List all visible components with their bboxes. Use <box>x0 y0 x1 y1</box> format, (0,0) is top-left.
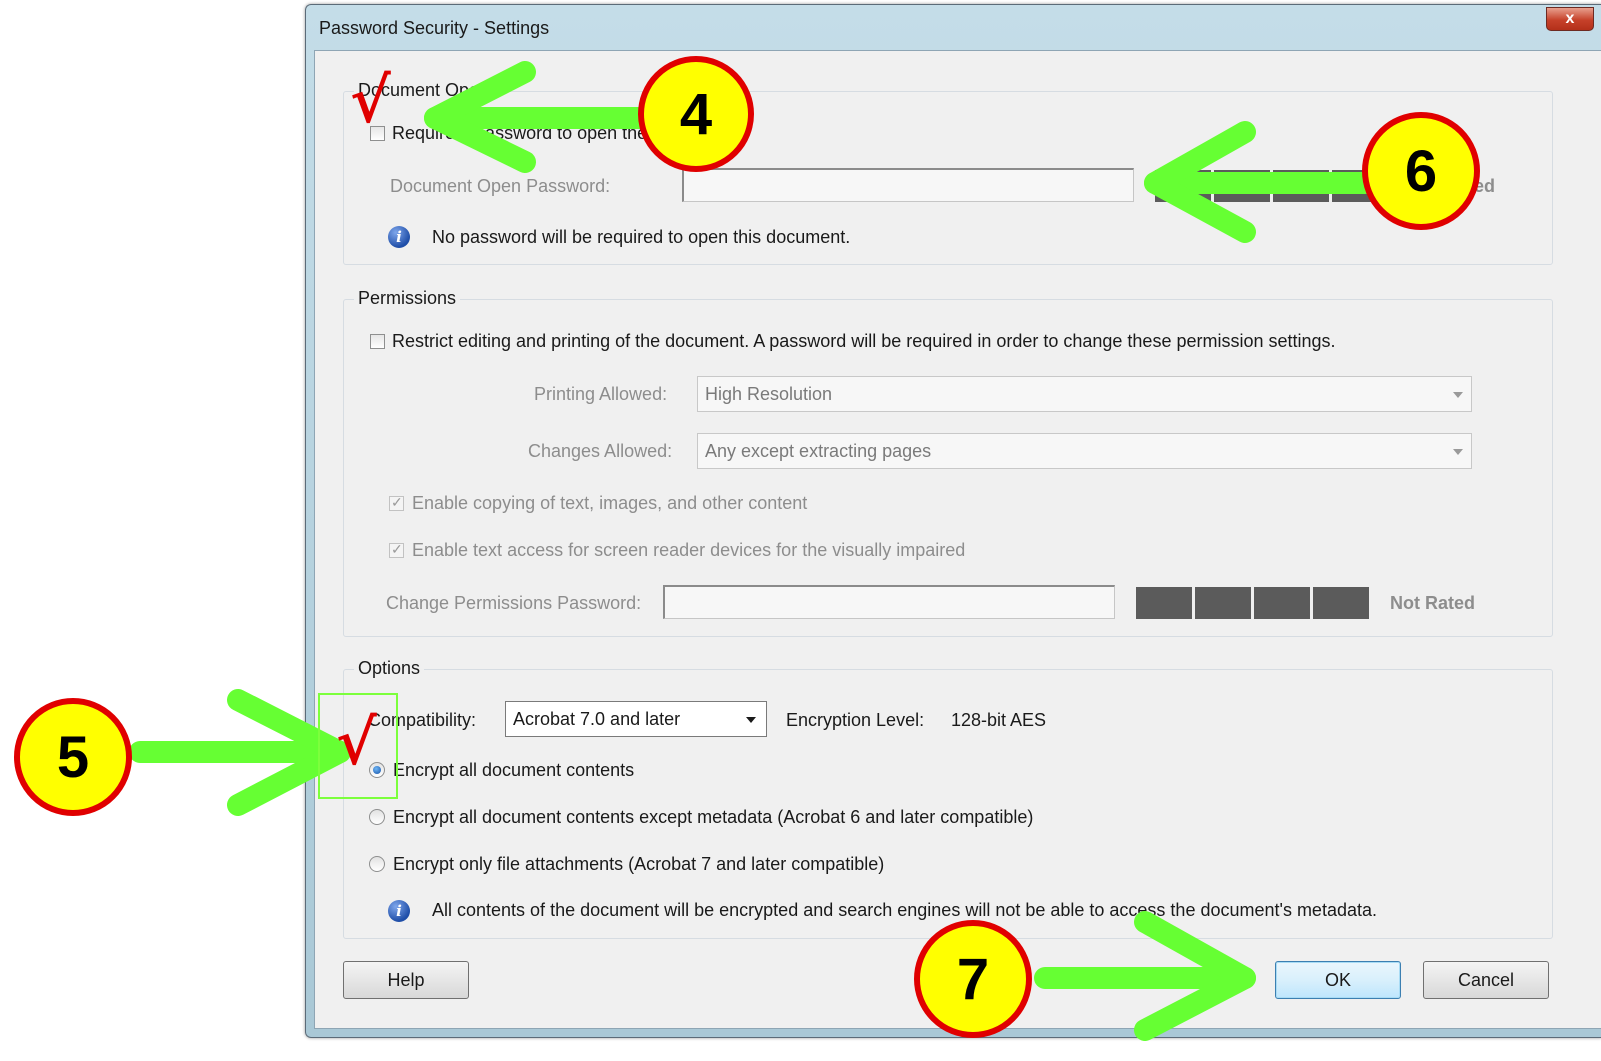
encryption-level-value: 128-bit AES <box>951 710 1047 730</box>
options-group: Options Compatibility: Acrobat 7.0 and l… <box>343 658 1553 939</box>
chevron-down-icon <box>746 717 756 723</box>
encrypt-attachments-label[interactable]: Encrypt only file attachments (Acrobat 7… <box>393 854 884 875</box>
encryption-level-label: Encryption Level: <box>786 710 925 730</box>
enable-copying-label[interactable]: Enable copying of text, images, and othe… <box>412 493 807 514</box>
encrypt-except-metadata-label[interactable]: Encrypt all document contents except met… <box>393 807 1033 828</box>
step-badge-4: 4 <box>638 56 754 172</box>
cancel-button[interactable]: Cancel <box>1423 961 1549 999</box>
document-open-password-field[interactable] <box>682 168 1134 202</box>
enable-screen-reader-label[interactable]: Enable text access for screen reader dev… <box>412 540 965 561</box>
step-badge-5: 5 <box>14 698 132 816</box>
document-open-password-label: Document Open Password: <box>390 176 611 196</box>
info-icon: i <box>388 226 410 248</box>
restrict-editing-checkbox[interactable] <box>370 334 385 349</box>
document-open-strength-meter <box>1155 170 1388 202</box>
step-badge-7: 7 <box>914 920 1032 1038</box>
compatibility-select[interactable]: Acrobat 7.0 and later <box>505 701 767 737</box>
enable-copying-checkbox[interactable] <box>389 494 404 511</box>
printing-allowed-select[interactable]: High Resolution <box>697 376 1472 412</box>
encrypt-attachments-radio[interactable] <box>369 856 385 872</box>
close-icon: x <box>1565 10 1575 27</box>
permissions-strength-meter <box>1136 587 1369 619</box>
help-button[interactable]: Help <box>343 961 469 999</box>
close-button[interactable]: x <box>1546 7 1594 31</box>
step-badge-6: 6 <box>1362 112 1480 230</box>
printing-allowed-label: Printing Allowed: <box>534 384 668 404</box>
encrypt-all-label[interactable]: Encrypt all document contents <box>393 760 634 781</box>
title-bar[interactable]: Password Security - Settings x <box>306 5 1601 51</box>
permissions-group: Permissions Restrict editing and printin… <box>343 288 1553 637</box>
chevron-down-icon <box>1453 449 1463 455</box>
ok-button[interactable]: OK <box>1275 961 1401 999</box>
info-icon: i <box>388 900 410 922</box>
compatibility-value: Acrobat 7.0 and later <box>513 709 681 729</box>
options-legend: Options <box>354 658 425 679</box>
restrict-editing-label[interactable]: Restrict editing and printing of the doc… <box>392 331 1336 352</box>
changes-allowed-select[interactable]: Any except extracting pages <box>697 433 1472 469</box>
change-permissions-password-label: Change Permissions Password: <box>386 593 642 613</box>
options-info-text: All contents of the document will be enc… <box>432 900 1377 920</box>
enable-screen-reader-checkbox[interactable] <box>389 541 404 558</box>
changes-allowed-label: Changes Allowed: <box>528 441 673 461</box>
checkmark-annotation-encrypt-all: √ <box>336 706 377 779</box>
change-permissions-password-field[interactable] <box>663 585 1115 619</box>
permissions-legend: Permissions <box>354 288 461 309</box>
dialog-title: Password Security - Settings <box>319 18 550 38</box>
chevron-down-icon <box>1453 392 1463 398</box>
checkmark-annotation-document-open: √ <box>350 64 391 137</box>
changes-allowed-value: Any except extracting pages <box>705 441 932 461</box>
printing-allowed-value: High Resolution <box>705 384 833 404</box>
encrypt-except-metadata-radio[interactable] <box>369 809 385 825</box>
permissions-strength-label: Not Rated <box>1390 593 1475 613</box>
document-open-info-text: No password will be required to open thi… <box>432 227 851 247</box>
